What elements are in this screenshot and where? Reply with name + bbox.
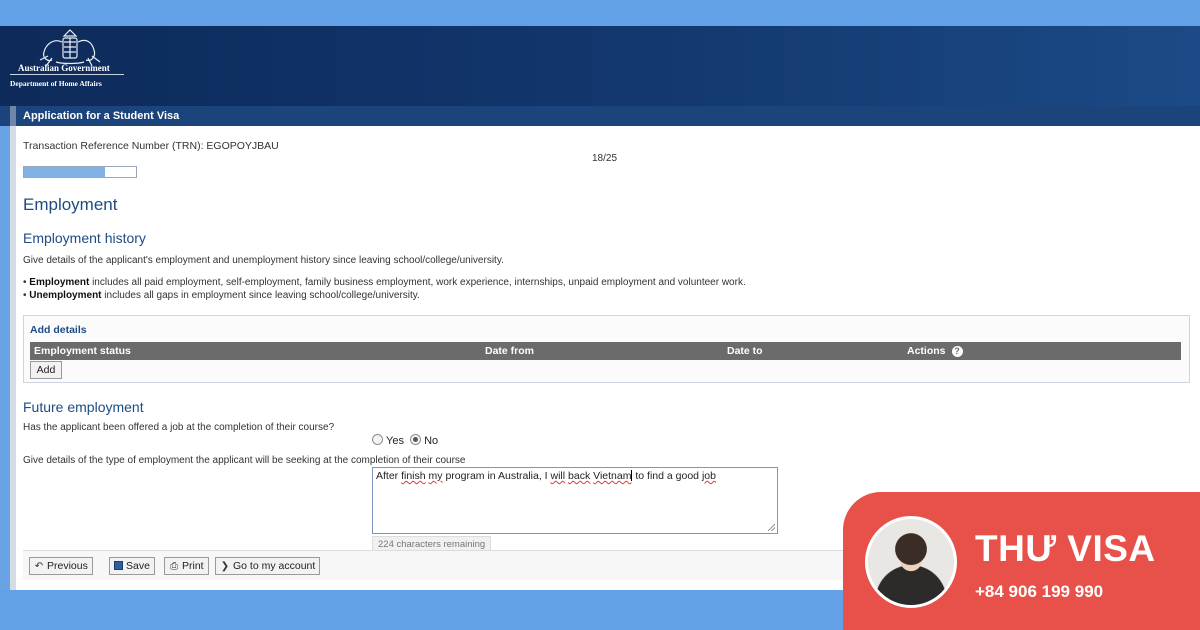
header-divider: [10, 74, 124, 75]
commonwealth-coat-of-arms-icon: [39, 29, 101, 67]
go-to-account-label: Go to my account: [233, 560, 316, 572]
save-button[interactable]: Save: [109, 557, 155, 575]
job-offer-radio-group: Yes No: [372, 434, 438, 447]
answer-text-misspelled: will: [550, 470, 566, 482]
future-employment-textarea[interactable]: After finish my program in Australia, I …: [372, 467, 778, 534]
title-bar-accent: [10, 106, 16, 126]
employment-table-header: Employment status Date from Date to Acti…: [30, 342, 1181, 360]
radio-no[interactable]: [410, 434, 422, 445]
department-name: Department of Home Affairs: [10, 79, 102, 88]
avatar: [865, 516, 957, 608]
government-header: Australian Government Department of Home…: [0, 26, 1200, 106]
government-name: Australian Government: [18, 63, 110, 73]
progress-count: 18/25: [592, 153, 618, 164]
go-to-account-button[interactable]: ❯ Go to my account: [215, 557, 321, 575]
save-label: Save: [126, 560, 150, 572]
employment-description: includes all paid employment, self-emplo…: [89, 277, 746, 288]
application-title-bar: Application for a Student Visa: [0, 106, 1200, 126]
column-date-from: Date from: [485, 345, 535, 357]
employment-intro-text: Give details of the applicant's employme…: [23, 255, 504, 266]
radio-yes[interactable]: [372, 434, 383, 445]
employment-details-panel: Add details Employment status Date from …: [23, 315, 1190, 383]
top-band: [0, 0, 1200, 26]
print-label: Print: [182, 560, 204, 572]
answer-text-misspelled: my: [428, 470, 443, 482]
promo-phone: +84 906 199 990: [975, 582, 1104, 601]
employment-history-heading: Employment history: [23, 230, 146, 246]
answer-text: program in Australia, I: [442, 470, 551, 482]
trn-label: Transaction Reference Number (TRN): EGOP…: [23, 140, 279, 152]
previous-button[interactable]: ↶ Previous: [29, 557, 93, 575]
answer-text-misspelled: back: [568, 470, 591, 482]
promo-brand: THƯ VISA: [975, 528, 1156, 569]
column-actions-label: Actions: [907, 345, 946, 357]
progress-bar: [23, 166, 137, 178]
previous-icon: ↶: [34, 561, 44, 572]
column-date-to: Date to: [727, 345, 763, 357]
promo-badge: THƯ VISA +84 906 199 990: [843, 492, 1200, 630]
radio-yes-label: Yes: [386, 435, 404, 447]
unemployment-definition: • Unemployment includes all gaps in empl…: [23, 290, 420, 301]
application-title: Application for a Student Visa: [23, 110, 180, 122]
answer-text-misspelled: Vietnam: [593, 470, 632, 482]
add-employment-button[interactable]: Add: [30, 361, 62, 379]
employment-definition: • Employment includes all paid employmen…: [23, 277, 746, 288]
radio-no-label: No: [424, 435, 439, 447]
previous-label: Previous: [47, 560, 88, 572]
unemployment-description: includes all gaps in employment since le…: [101, 290, 420, 301]
answer-text-misspelled: job: [701, 470, 716, 482]
employment-type-question: Give details of the type of employment t…: [23, 455, 466, 466]
answer-text-misspelled: finish: [401, 470, 426, 482]
save-icon: [114, 561, 123, 570]
answer-text: After: [376, 470, 402, 482]
column-employment-status: Employment status: [34, 345, 131, 357]
question-circle-icon[interactable]: ?: [951, 346, 963, 357]
print-icon: ⎙: [170, 561, 178, 572]
progress-fill: [24, 167, 105, 177]
chevron-right-icon: ❯: [220, 561, 230, 572]
column-actions: Actions?: [907, 345, 963, 357]
form-navigation-bar: ↶ Previous Save ⎙ Print ❯ Go to my account: [23, 550, 853, 580]
answer-text: to find a good: [632, 470, 702, 482]
print-button[interactable]: ⎙ Print: [164, 557, 209, 575]
unemployment-term: Unemployment: [29, 290, 102, 301]
page-title: Employment: [23, 195, 118, 214]
future-employment-heading: Future employment: [23, 399, 144, 415]
employment-term: Employment: [29, 277, 90, 288]
add-details-heading: Add details: [30, 324, 87, 336]
resize-handle-icon[interactable]: [768, 524, 775, 531]
job-offer-question: Has the applicant been offered a job at …: [23, 422, 335, 433]
